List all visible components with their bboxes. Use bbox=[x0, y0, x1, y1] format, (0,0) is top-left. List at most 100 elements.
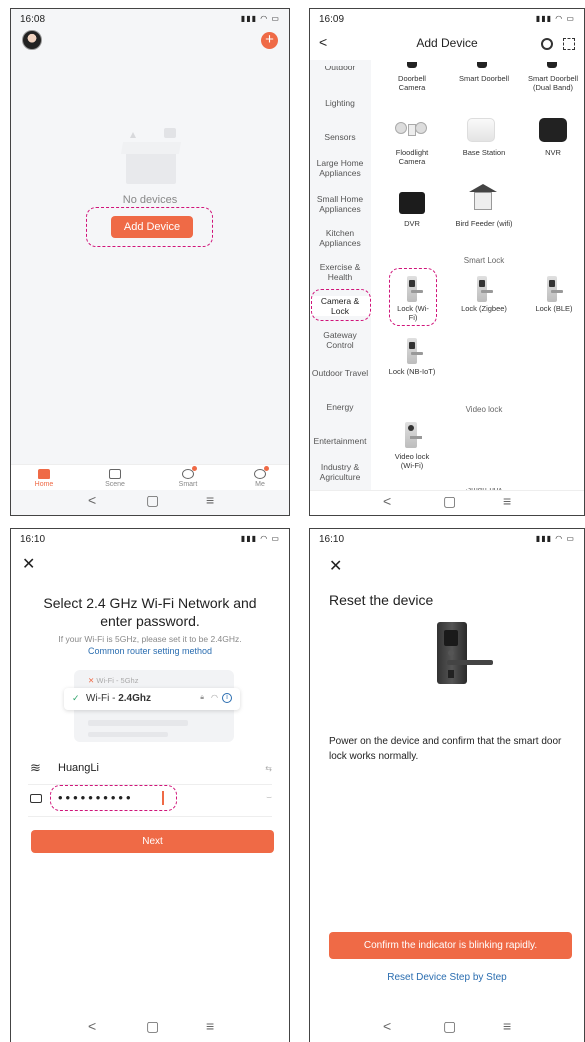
lock-nbiot-image bbox=[407, 338, 423, 364]
back-nav-icon[interactable]: < bbox=[383, 493, 391, 509]
tab-me[interactable]: Me bbox=[240, 466, 280, 488]
router-setting-link[interactable]: Common router setting method bbox=[20, 646, 280, 656]
status-icons: ▮▮▮ ◠ ▭ bbox=[535, 14, 575, 23]
reset-step-link[interactable]: Reset Device Step by Step bbox=[309, 972, 585, 983]
device-image bbox=[477, 62, 487, 68]
device-item[interactable]: Doorbell Camera bbox=[387, 74, 437, 92]
next-button[interactable]: Next bbox=[31, 830, 274, 853]
menu-nav-icon[interactable]: ≡ bbox=[503, 1018, 511, 1034]
section-title: Smart Lock bbox=[463, 256, 505, 265]
home-nav-icon[interactable]: ▢ bbox=[146, 492, 159, 509]
device-image bbox=[469, 184, 497, 214]
scene-icon bbox=[109, 469, 121, 479]
info-icon: i bbox=[222, 693, 232, 703]
system-nav-bar: < ▢ ≡ bbox=[10, 490, 290, 512]
back-nav-icon[interactable]: < bbox=[383, 1018, 391, 1034]
category-item[interactable]: Outdoor bbox=[309, 66, 371, 70]
system-nav-bar: < ▢ ≡ bbox=[309, 1016, 585, 1038]
device-item[interactable]: Smart Doorbell bbox=[449, 74, 519, 83]
system-nav-bar: < ▢ ≡ bbox=[309, 490, 585, 512]
home-nav-icon[interactable]: ▢ bbox=[146, 1018, 159, 1035]
lock-ble-image bbox=[547, 276, 563, 302]
status-bar: 16:09 ▮▮▮ ◠ ▭ bbox=[309, 12, 585, 28]
menu-nav-icon[interactable]: ≡ bbox=[206, 1018, 214, 1034]
show-password-icon[interactable]: ⌣ bbox=[266, 792, 272, 803]
wifi-signal-icon: ◠ bbox=[211, 693, 218, 702]
home-nav-icon[interactable]: ▢ bbox=[443, 493, 456, 510]
device-image bbox=[399, 192, 425, 214]
tab-smart[interactable]: Smart bbox=[168, 466, 208, 488]
menu-nav-icon[interactable]: ≡ bbox=[503, 493, 511, 509]
device-item[interactable]: Lock (NB-IoT) bbox=[387, 367, 437, 376]
confirm-blinking-button[interactable]: Confirm the indicator is blinking rapidl… bbox=[329, 932, 572, 959]
device-item[interactable]: Lock (Zigbee) bbox=[459, 304, 509, 313]
device-item[interactable]: Lock (BLE) bbox=[531, 304, 577, 313]
category-item[interactable]: Outdoor Travel bbox=[309, 368, 371, 378]
status-icons: ▮▮▮ ◠ ▭ bbox=[240, 14, 280, 23]
me-icon bbox=[254, 466, 269, 479]
auto-scan-icon[interactable] bbox=[541, 38, 553, 50]
close-icon[interactable]: ✕ bbox=[329, 556, 342, 576]
status-time: 16:10 bbox=[20, 534, 46, 545]
wifi-icon: ≋ bbox=[30, 760, 41, 775]
category-item[interactable]: Large Home Appliances bbox=[309, 158, 371, 178]
tab-scene[interactable]: Scene bbox=[95, 469, 135, 488]
category-item[interactable]: Exercise & Health bbox=[309, 262, 371, 282]
wifi-24g-bold: 2.4Ghz bbox=[118, 693, 152, 704]
device-item[interactable]: Bird Feeder (wifi) bbox=[449, 219, 519, 228]
door-lock-image bbox=[437, 622, 493, 684]
category-item[interactable]: Industry & Agriculture bbox=[309, 462, 371, 482]
highlight-lock-wifi bbox=[389, 268, 437, 326]
wifi-5g-label: Wi-Fi - 5Ghz bbox=[96, 676, 139, 685]
tab-home[interactable]: Home bbox=[24, 469, 64, 488]
status-time: 16:09 bbox=[319, 14, 345, 25]
status-icons: ▮▮▮ ◠ ▭ bbox=[240, 534, 280, 543]
reset-device-screen: 16:10 ▮▮▮ ◠ ▭ ✕ Reset the device Power o… bbox=[309, 528, 585, 1042]
category-item[interactable]: Lighting bbox=[309, 98, 371, 108]
section-title: Video lock bbox=[465, 405, 503, 414]
device-image bbox=[407, 62, 417, 68]
device-image bbox=[395, 120, 429, 140]
category-item[interactable]: Gateway Control bbox=[309, 330, 371, 350]
scan-qr-icon[interactable] bbox=[563, 38, 575, 50]
highlight-add-device bbox=[86, 207, 213, 247]
category-item[interactable]: Entertainment bbox=[309, 436, 371, 446]
close-icon[interactable]: ✕ bbox=[22, 554, 35, 574]
system-nav-bar: < ▢ ≡ bbox=[10, 1016, 290, 1038]
category-item[interactable]: Energy bbox=[309, 402, 371, 412]
lock-icon: 🔒︎ bbox=[200, 694, 204, 701]
back-nav-icon[interactable]: < bbox=[88, 492, 96, 508]
switch-network-icon[interactable]: ⇆ bbox=[265, 764, 272, 773]
device-item[interactable]: Smart Doorbell (Dual Band) bbox=[521, 74, 585, 92]
device-image bbox=[467, 118, 495, 142]
highlight-password bbox=[50, 785, 177, 811]
empty-box-icon bbox=[118, 128, 184, 188]
menu-nav-icon[interactable]: ≡ bbox=[206, 492, 214, 508]
tab-label: Smart bbox=[178, 481, 198, 488]
device-item[interactable]: DVR bbox=[387, 219, 437, 228]
notification-dot bbox=[192, 466, 197, 471]
ssid-field[interactable]: HuangLi bbox=[58, 762, 99, 774]
divider bbox=[28, 816, 272, 817]
device-image bbox=[539, 118, 567, 142]
status-bar: 16:10 ▮▮▮ ◠ ▭ bbox=[309, 532, 585, 548]
add-icon[interactable]: + bbox=[261, 32, 278, 49]
status-time: 16:10 bbox=[319, 534, 345, 545]
wifi-subtext: If your Wi-Fi is 5GHz, please set it to … bbox=[58, 634, 242, 644]
tab-label: Scene bbox=[105, 481, 125, 488]
device-item[interactable]: Video lock (Wi-Fi) bbox=[387, 452, 437, 470]
status-icons: ▮▮▮ ◠ ▭ bbox=[535, 534, 575, 543]
status-bar: 16:10 ▮▮▮ ◠ ▭ bbox=[10, 532, 290, 548]
category-item[interactable]: Small Home Appliances bbox=[309, 194, 371, 214]
video-lock-image bbox=[405, 422, 422, 448]
highlight-camera-lock bbox=[311, 289, 371, 321]
device-item[interactable]: Floodlight Camera bbox=[387, 148, 437, 166]
home-nav-icon[interactable]: ▢ bbox=[443, 1018, 456, 1035]
device-item[interactable]: Base Station bbox=[449, 148, 519, 157]
device-item[interactable]: NVR bbox=[521, 148, 585, 157]
category-item[interactable]: Sensors bbox=[309, 132, 371, 142]
back-nav-icon[interactable]: < bbox=[88, 1018, 96, 1034]
home-icon bbox=[38, 469, 50, 479]
category-item[interactable]: Kitchen Appliances bbox=[309, 228, 371, 248]
avatar[interactable] bbox=[22, 30, 42, 50]
